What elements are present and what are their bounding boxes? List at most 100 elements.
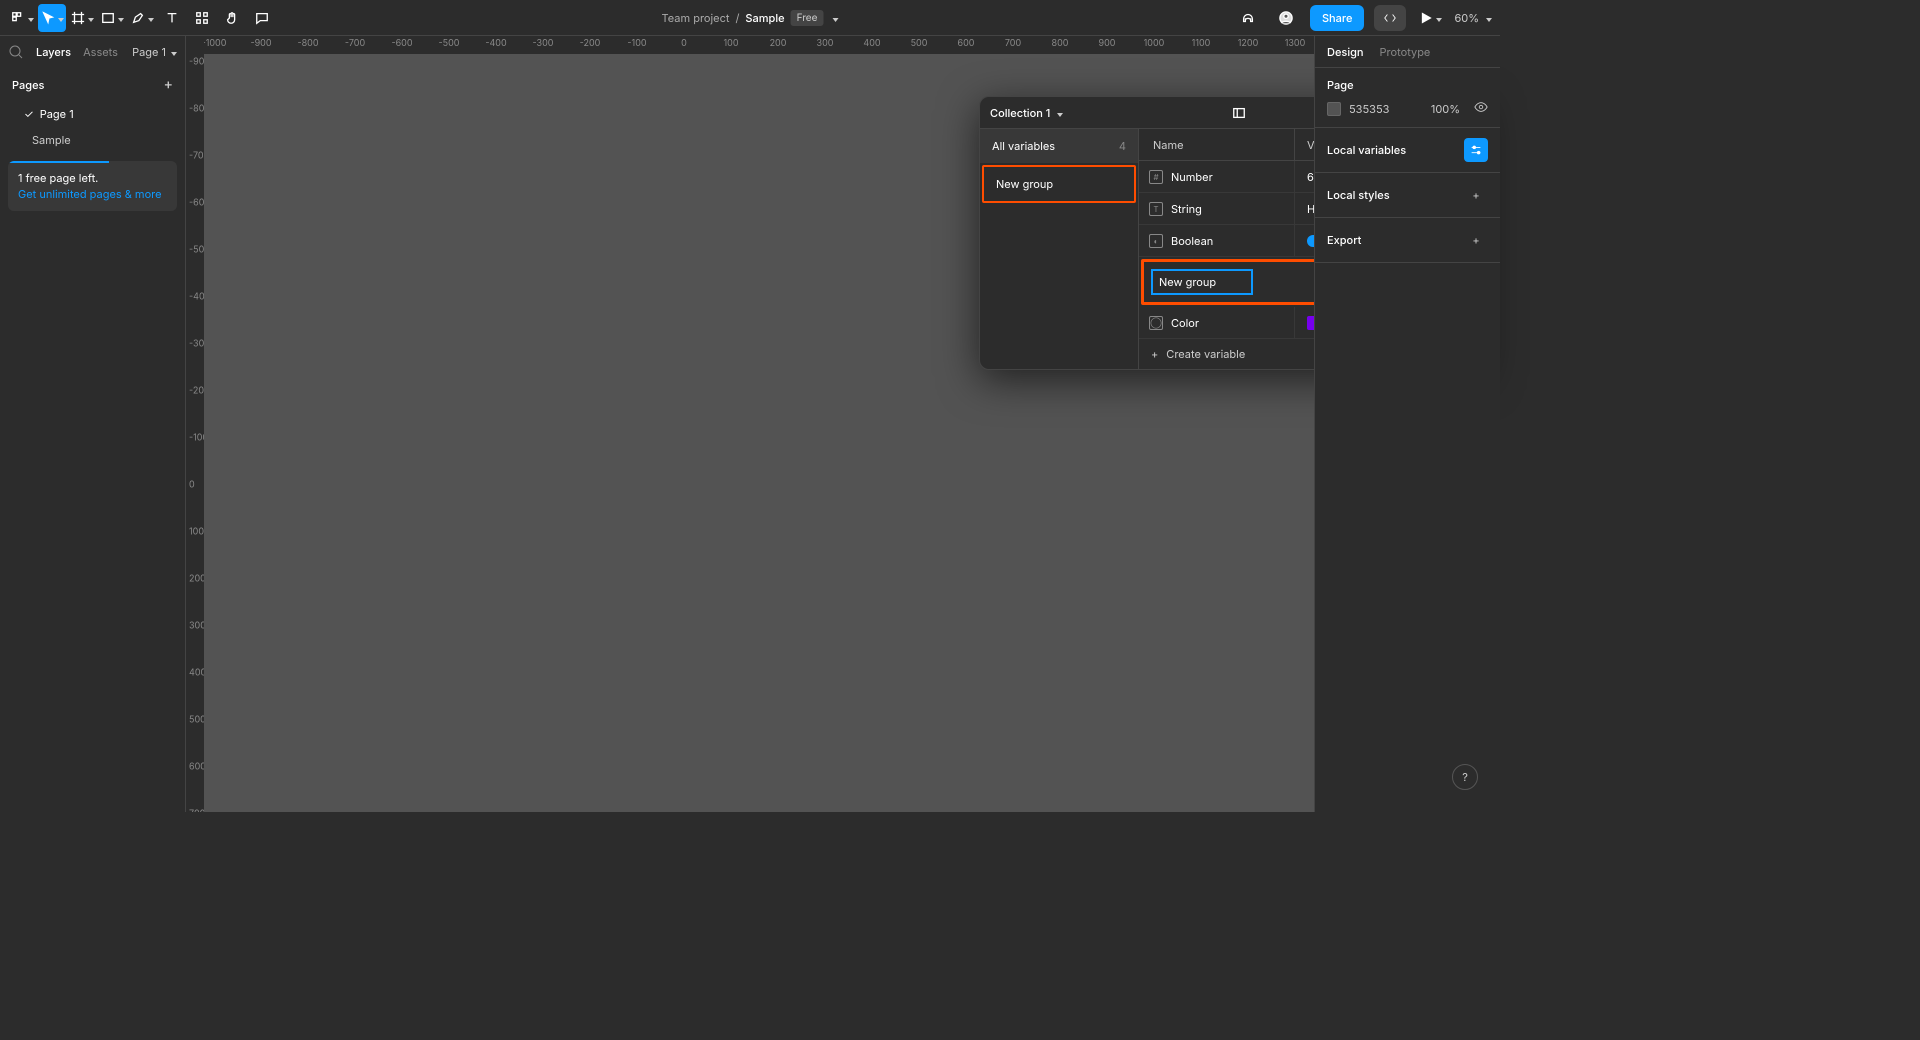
ruler-tick: 700 <box>1005 38 1021 49</box>
user-avatar-icon <box>1279 11 1293 25</box>
ruler-tick: -700 <box>345 38 365 49</box>
ruler-tick: 600 <box>958 38 975 49</box>
banner-link[interactable]: Get unlimited pages & more <box>18 187 167 201</box>
ruler-corner <box>186 36 204 54</box>
number-type-icon: # <box>1149 170 1163 184</box>
help-button[interactable]: ? <box>1452 764 1478 790</box>
banner-progress <box>8 161 109 163</box>
comment-tool[interactable] <box>248 4 276 32</box>
sidebar-toggle-button[interactable] <box>1228 102 1250 124</box>
code-icon <box>1382 11 1398 25</box>
variables-settings-button[interactable] <box>1464 138 1488 162</box>
text-tool[interactable] <box>158 4 186 32</box>
voice-button[interactable] <box>1234 4 1262 32</box>
panel-icon <box>1232 106 1246 120</box>
ruler-tick: -300 <box>533 38 554 49</box>
zoom-control[interactable]: 60% <box>1454 11 1492 25</box>
present-button[interactable] <box>1416 4 1444 32</box>
banner-line1: 1 free page left. <box>18 171 167 185</box>
ruler-tick: -800 <box>189 104 204 115</box>
ruler-tick: 0 <box>189 480 195 491</box>
ruler-tick: -500 <box>189 245 204 256</box>
ruler-vertical: -900-800-700-600-500-400-300-200-1000100… <box>186 54 204 812</box>
ruler-tick: 500 <box>911 38 928 49</box>
ruler-tick: 800 <box>1052 38 1069 49</box>
help-icon: ? <box>1462 770 1468 784</box>
prototype-tab[interactable]: Prototype <box>1380 45 1431 59</box>
headphones-icon <box>1241 11 1255 25</box>
ruler-tick: 200 <box>770 38 787 49</box>
dev-mode-button[interactable] <box>1374 5 1406 31</box>
upgrade-banner[interactable]: 1 free page left. Get unlimited pages & … <box>8 161 177 211</box>
file-crumb[interactable]: Sample <box>745 11 784 25</box>
ruler-tick: 400 <box>189 668 204 679</box>
pen-icon <box>131 11 145 25</box>
shape-tool[interactable] <box>98 4 126 32</box>
eye-icon <box>1474 100 1488 114</box>
main-menu-button[interactable] <box>8 4 36 32</box>
ruler-tick: -600 <box>391 38 412 49</box>
file-menu-chevron[interactable] <box>829 11 838 25</box>
collection-selector[interactable]: Collection 1 <box>990 106 1063 120</box>
add-export-button[interactable]: + <box>1464 228 1488 252</box>
page-row[interactable]: ✓ Page 1 <box>0 101 185 127</box>
canvas[interactable]: -1000-900-800-700-600-500-400-300-200-10… <box>186 36 1314 812</box>
pen-tool[interactable] <box>128 4 156 32</box>
plan-badge: Free <box>791 10 824 26</box>
avatar[interactable] <box>1272 4 1300 32</box>
visibility-toggle[interactable] <box>1474 100 1488 117</box>
ruler-tick: 700 <box>189 809 204 813</box>
ruler-horizontal: -1000-900-800-700-600-500-400-300-200-10… <box>204 36 1314 54</box>
boolean-type-icon: ◐ <box>1149 234 1163 248</box>
share-button[interactable]: Share <box>1310 5 1364 31</box>
right-panel: Design Prototype Page 535353 100% Local … <box>1314 36 1500 812</box>
hand-tool[interactable] <box>218 4 246 32</box>
ruler-tick: 300 <box>817 38 834 49</box>
group-name-input[interactable] <box>1152 270 1252 294</box>
frame-icon <box>71 11 85 25</box>
cursor-icon <box>41 11 55 25</box>
ruler-tick: 1100 <box>1192 38 1211 49</box>
add-style-button[interactable]: + <box>1464 183 1488 207</box>
bg-opacity[interactable]: 100% <box>1431 102 1460 116</box>
bg-color-swatch[interactable] <box>1327 102 1341 116</box>
comment-icon <box>255 11 269 25</box>
ruler-tick: 100 <box>723 38 738 49</box>
ruler-tick: -500 <box>439 38 460 49</box>
text-icon <box>165 11 179 25</box>
left-panel: Layers Assets Page 1 Pages + ✓ Page 1 Sa… <box>0 36 186 812</box>
check-icon: ✓ <box>24 107 34 121</box>
ruler-tick: -100 <box>189 433 204 444</box>
frame-tool[interactable] <box>68 4 96 32</box>
export-row[interactable]: Export + <box>1315 218 1500 263</box>
add-page-button[interactable]: + <box>164 76 173 93</box>
ruler-tick: 1300 <box>1285 38 1306 49</box>
sliders-icon <box>1469 143 1483 157</box>
hand-icon <box>225 11 239 25</box>
move-tool[interactable] <box>38 4 66 32</box>
figma-logo-icon <box>11 11 25 25</box>
search-icon[interactable] <box>8 44 24 60</box>
resources-tool[interactable] <box>188 4 216 32</box>
layer-row[interactable]: Sample <box>0 127 185 153</box>
ruler-tick: 900 <box>1099 38 1116 49</box>
zoom-value: 60% <box>1454 11 1479 25</box>
ruler-tick: -400 <box>485 38 506 49</box>
play-icon <box>1419 11 1433 25</box>
project-crumb[interactable]: Team project <box>662 11 730 25</box>
bg-hex[interactable]: 535353 <box>1349 102 1423 116</box>
ruler-tick: -900 <box>250 38 271 49</box>
new-group-sidebar-item[interactable]: New group <box>982 165 1136 203</box>
string-type-icon: T <box>1149 202 1163 216</box>
ruler-tick: -700 <box>189 151 204 162</box>
all-variables-group[interactable]: All variables 4 <box>980 129 1138 163</box>
assets-tab[interactable]: Assets <box>83 45 118 59</box>
ruler-tick: 1000 <box>1144 38 1165 49</box>
local-variables-row[interactable]: Local variables <box>1315 128 1500 173</box>
local-styles-row[interactable]: Local styles + <box>1315 173 1500 218</box>
design-tab[interactable]: Design <box>1327 45 1364 59</box>
resources-icon <box>195 11 209 25</box>
ruler-tick: 400 <box>863 38 880 49</box>
page-selector[interactable]: Page 1 <box>132 45 177 59</box>
layers-tab[interactable]: Layers <box>36 45 71 59</box>
